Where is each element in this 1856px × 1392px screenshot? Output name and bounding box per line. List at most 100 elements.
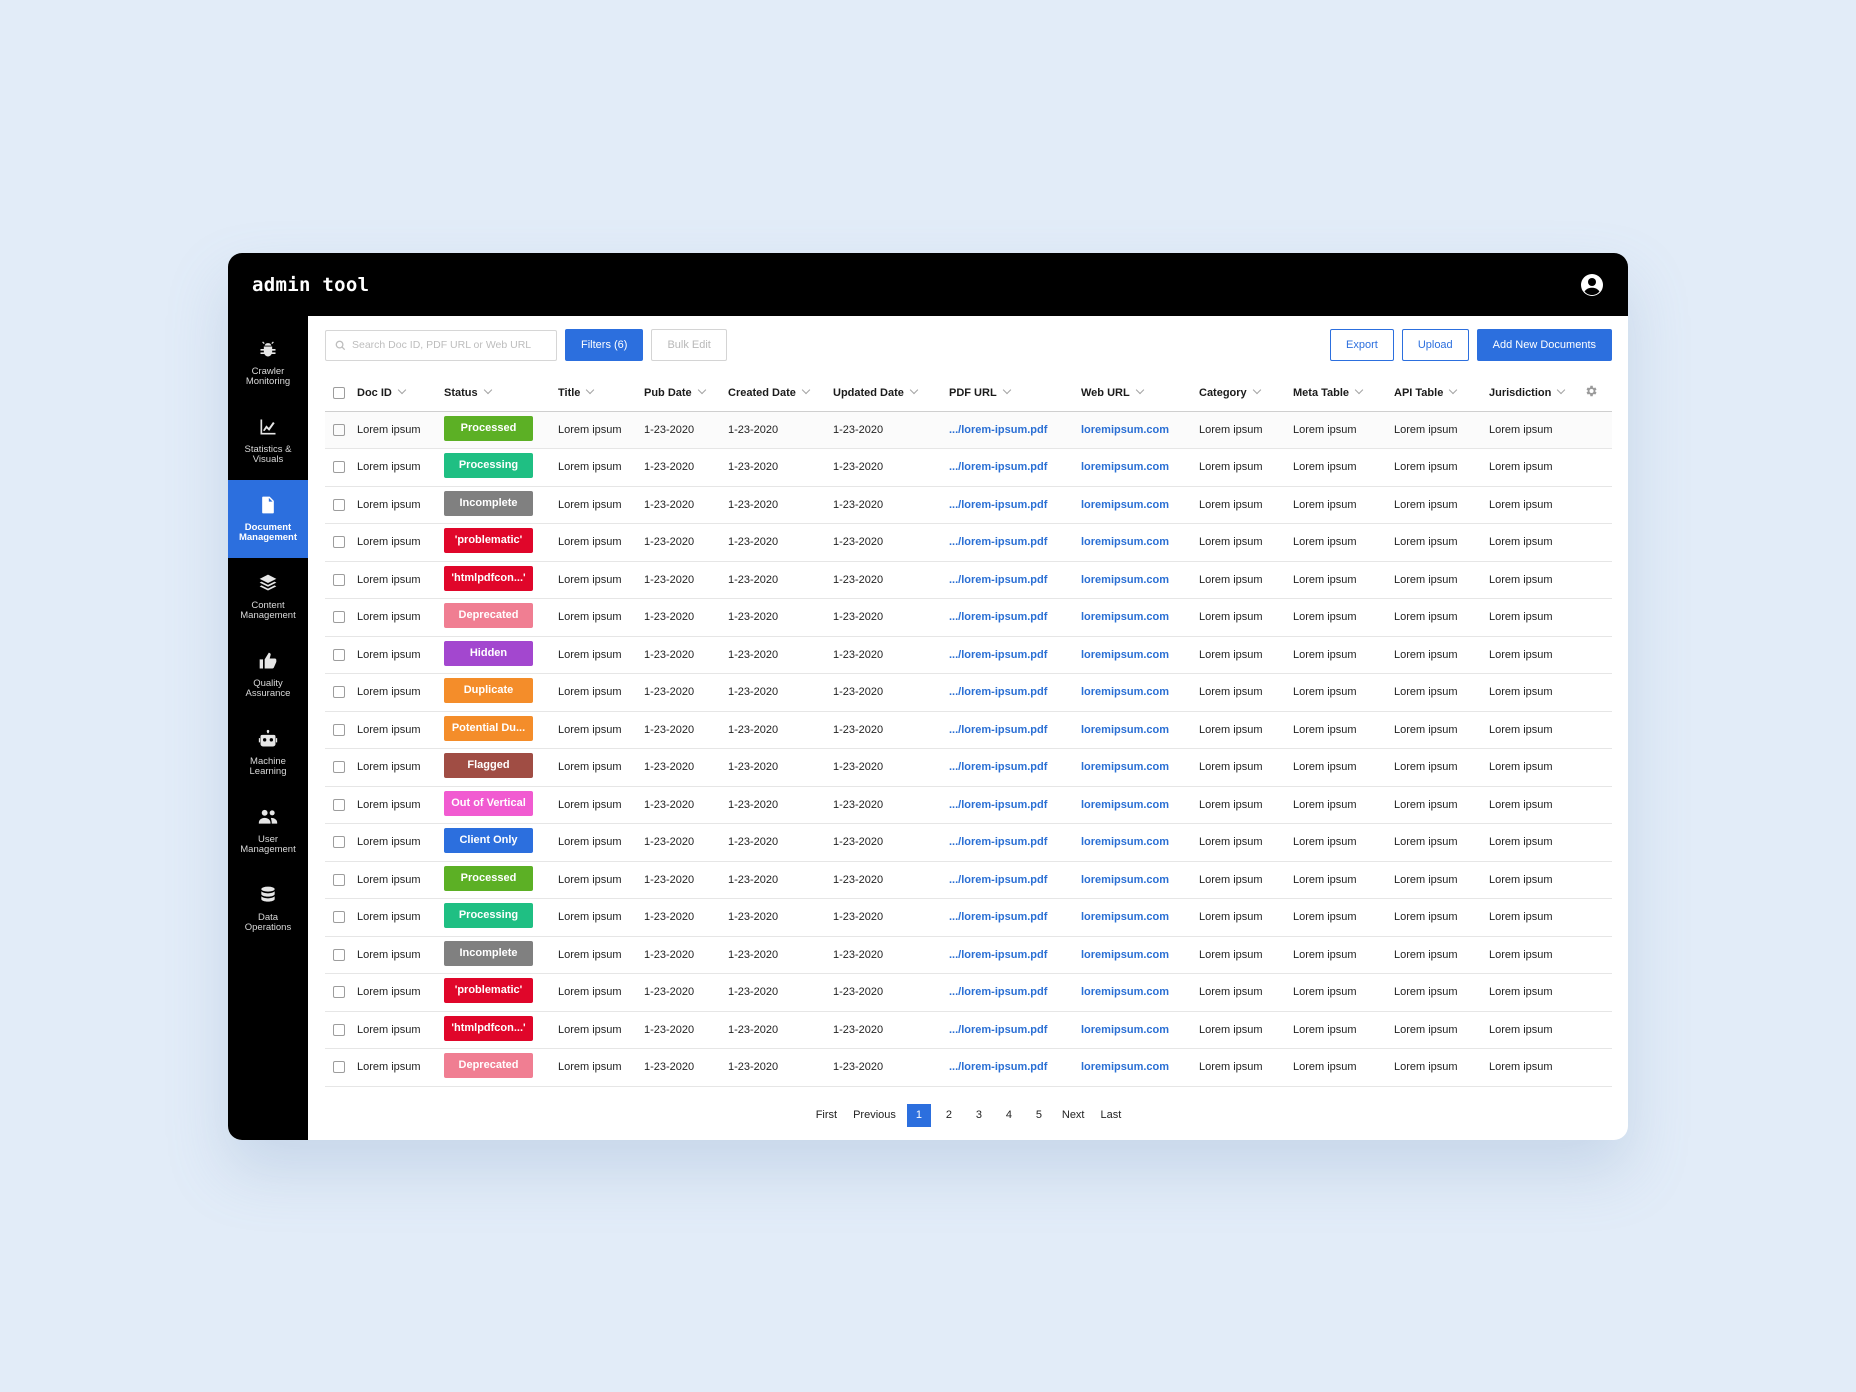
web-url-link[interactable]: loremipsum.com [1081, 424, 1169, 436]
row-checkbox[interactable] [333, 761, 345, 774]
web-url-link[interactable]: loremipsum.com [1081, 611, 1169, 623]
pdf-url-link[interactable]: .../lorem-ipsum.pdf [949, 911, 1047, 923]
search-box[interactable] [325, 329, 557, 361]
pagination-page-5[interactable]: 5 [1027, 1104, 1051, 1127]
sidebar-item-quality-assurance[interactable]: Quality Assurance [228, 636, 308, 714]
table-row[interactable]: Lorem ipsum Out of Vertical Lorem ipsum 1-2… [325, 786, 1612, 824]
web-url-link[interactable]: loremipsum.com [1081, 649, 1169, 661]
column-header-jurisdiction[interactable]: Jurisdiction [1489, 375, 1584, 412]
pagination-next[interactable]: Next [1054, 1104, 1093, 1127]
web-url-link[interactable]: loremipsum.com [1081, 986, 1169, 998]
pdf-url-link[interactable]: .../lorem-ipsum.pdf [949, 761, 1047, 773]
pdf-url-link[interactable]: .../lorem-ipsum.pdf [949, 424, 1047, 436]
pdf-url-link[interactable]: .../lorem-ipsum.pdf [949, 686, 1047, 698]
gear-icon[interactable] [1584, 384, 1598, 398]
row-checkbox[interactable] [333, 1023, 345, 1036]
sidebar-item-user-management[interactable]: User Management [228, 792, 308, 870]
pagination-page-2[interactable]: 2 [937, 1104, 961, 1127]
table-row[interactable]: Lorem ipsum Processed Lorem ipsum 1-23-2020… [325, 411, 1612, 449]
web-url-link[interactable]: loremipsum.com [1081, 836, 1169, 848]
column-header-updated-date[interactable]: Updated Date [833, 375, 949, 412]
row-checkbox[interactable] [333, 986, 345, 999]
table-row[interactable]: Lorem ipsum Processing Lorem ipsum 1-23-202… [325, 898, 1612, 937]
account-icon[interactable] [1580, 273, 1604, 297]
web-url-link[interactable]: loremipsum.com [1081, 536, 1169, 548]
pdf-url-link[interactable]: .../lorem-ipsum.pdf [949, 536, 1047, 548]
sidebar-item-data-operations[interactable]: Data Operations [228, 870, 308, 948]
web-url-link[interactable]: loremipsum.com [1081, 1061, 1169, 1073]
table-row[interactable]: Lorem ipsum 'htmlpdfcon...' Lorem ipsum 1-2… [325, 561, 1612, 599]
table-row[interactable]: Lorem ipsum Incomplete Lorem ipsum 1-23-202… [325, 936, 1612, 974]
row-checkbox[interactable] [333, 611, 345, 624]
row-checkbox[interactable] [333, 648, 345, 661]
pagination-last[interactable]: Last [1093, 1104, 1130, 1127]
table-row[interactable]: Lorem ipsum Client Only Lorem ipsum 1-23-20… [325, 823, 1612, 862]
table-row[interactable]: Lorem ipsum 'htmlpdfcon...' Lorem ipsum 1-2… [325, 1011, 1612, 1049]
column-header-meta-table[interactable]: Meta Table [1293, 375, 1394, 412]
table-row[interactable]: Lorem ipsum Potential Du... Lorem ipsum 1-2… [325, 711, 1612, 749]
web-url-link[interactable]: loremipsum.com [1081, 499, 1169, 511]
search-input[interactable] [352, 339, 542, 351]
column-header-created-date[interactable]: Created Date [728, 375, 833, 412]
table-row[interactable]: Lorem ipsum Deprecated Lorem ipsum 1-23-202… [325, 1048, 1612, 1087]
web-url-link[interactable]: loremipsum.com [1081, 799, 1169, 811]
web-url-link[interactable]: loremipsum.com [1081, 574, 1169, 586]
column-header-web-url[interactable]: Web URL [1081, 375, 1199, 412]
column-header-title[interactable]: Title [558, 375, 644, 412]
row-checkbox[interactable] [333, 798, 345, 811]
filters-button[interactable]: Filters (6) [565, 329, 644, 361]
web-url-link[interactable]: loremipsum.com [1081, 724, 1169, 736]
row-checkbox[interactable] [333, 836, 345, 849]
sidebar-item-machine-learning[interactable]: Machine Learning [228, 714, 308, 792]
pdf-url-link[interactable]: .../lorem-ipsum.pdf [949, 574, 1047, 586]
table-row[interactable]: Lorem ipsum Deprecated Lorem ipsum 1-23-202… [325, 598, 1612, 637]
column-header-api-table[interactable]: API Table [1394, 375, 1489, 412]
pagination-page-4[interactable]: 4 [997, 1104, 1021, 1127]
pagination-page-3[interactable]: 3 [967, 1104, 991, 1127]
row-checkbox[interactable] [333, 723, 345, 736]
column-header-pdf-url[interactable]: PDF URL [949, 375, 1081, 412]
pdf-url-link[interactable]: .../lorem-ipsum.pdf [949, 611, 1047, 623]
row-checkbox[interactable] [333, 911, 345, 924]
table-row[interactable]: Lorem ipsum 'problematic' Lorem ipsum 1-23-… [325, 973, 1612, 1012]
column-header-pub-date[interactable]: Pub Date [644, 375, 728, 412]
table-row[interactable]: Lorem ipsum Processing Lorem ipsum 1-23-202… [325, 448, 1612, 487]
web-url-link[interactable]: loremipsum.com [1081, 874, 1169, 886]
table-row[interactable]: Lorem ipsum 'problematic' Lorem ipsum 1-23-… [325, 523, 1612, 562]
bulk-edit-button[interactable]: Bulk Edit [651, 329, 727, 361]
table-row[interactable]: Lorem ipsum Hidden Lorem ipsum 1-23-2020 1-2… [325, 636, 1612, 674]
web-url-link[interactable]: loremipsum.com [1081, 1024, 1169, 1036]
select-all-checkbox[interactable] [333, 386, 345, 399]
row-checkbox[interactable] [333, 948, 345, 961]
pdf-url-link[interactable]: .../lorem-ipsum.pdf [949, 1061, 1047, 1073]
column-header-category[interactable]: Category [1199, 375, 1293, 412]
pdf-url-link[interactable]: .../lorem-ipsum.pdf [949, 949, 1047, 961]
pdf-url-link[interactable]: .../lorem-ipsum.pdf [949, 836, 1047, 848]
table-row[interactable]: Lorem ipsum Flagged Lorem ipsum 1-23-2020 1-… [325, 748, 1612, 787]
pdf-url-link[interactable]: .../lorem-ipsum.pdf [949, 649, 1047, 661]
sidebar-item-content-management[interactable]: Content Management [228, 558, 308, 636]
pdf-url-link[interactable]: .../lorem-ipsum.pdf [949, 986, 1047, 998]
row-checkbox[interactable] [333, 536, 345, 549]
table-row[interactable]: Lorem ipsum Incomplete Lorem ipsum 1-23-202… [325, 486, 1612, 524]
pagination-previous[interactable]: Previous [845, 1104, 904, 1127]
table-row[interactable]: Lorem ipsum Processed Lorem ipsum 1-23-2020… [325, 861, 1612, 899]
pdf-url-link[interactable]: .../lorem-ipsum.pdf [949, 799, 1047, 811]
sidebar-item-crawler-monitoring[interactable]: Crawler Monitoring [228, 324, 308, 402]
pdf-url-link[interactable]: .../lorem-ipsum.pdf [949, 499, 1047, 511]
row-checkbox[interactable] [333, 686, 345, 699]
column-header-status[interactable]: Status [444, 375, 558, 412]
row-checkbox[interactable] [333, 461, 345, 474]
web-url-link[interactable]: loremipsum.com [1081, 461, 1169, 473]
pagination-page-1[interactable]: 1 [906, 1103, 931, 1127]
web-url-link[interactable]: loremipsum.com [1081, 686, 1169, 698]
web-url-link[interactable]: loremipsum.com [1081, 911, 1169, 923]
web-url-link[interactable]: loremipsum.com [1081, 761, 1169, 773]
pdf-url-link[interactable]: .../lorem-ipsum.pdf [949, 724, 1047, 736]
row-checkbox[interactable] [333, 423, 345, 436]
row-checkbox[interactable] [333, 1061, 345, 1074]
row-checkbox[interactable] [333, 873, 345, 886]
column-header-doc-id[interactable]: Doc ID [357, 375, 444, 412]
pdf-url-link[interactable]: .../lorem-ipsum.pdf [949, 461, 1047, 473]
row-checkbox[interactable] [333, 498, 345, 511]
